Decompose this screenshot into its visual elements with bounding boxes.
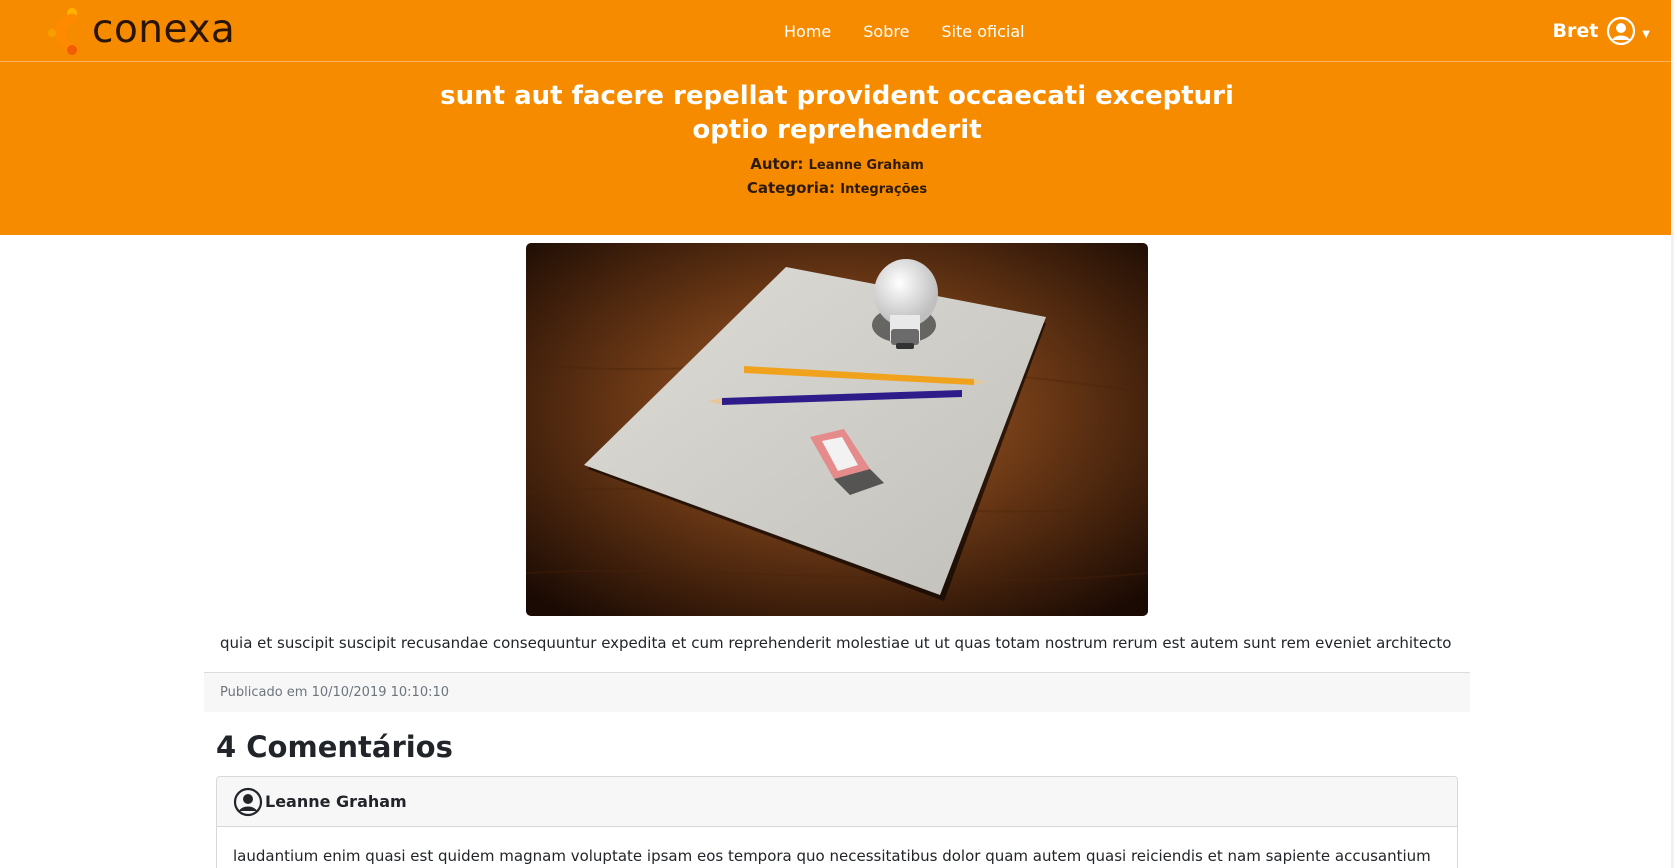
post-author-line: Autor: Leanne Graham (0, 155, 1674, 173)
comments-heading: 4 Comentários (216, 730, 453, 764)
post-header: sunt aut facere repellat provident occae… (0, 62, 1674, 235)
brand-name: conexa (92, 6, 236, 52)
comment-header: Leanne Graham (217, 777, 1457, 827)
chevron-down-icon: ▼ (1642, 28, 1650, 40)
page-scrollbar[interactable] (1671, 0, 1674, 868)
comment-author: Leanne Graham (265, 792, 407, 811)
post-category: Integrações (840, 182, 928, 197)
post-title: sunt aut facere repellat provident occae… (440, 81, 1234, 145)
page: conexa Home Sobre Site oficial Bret ▼ su… (0, 0, 1674, 868)
category-label: Categoria: (746, 179, 836, 197)
nav-sobre-link[interactable]: Sobre (863, 22, 909, 41)
nav-site-oficial-link[interactable]: Site oficial (941, 22, 1024, 41)
user-circle-icon (233, 787, 263, 816)
published-date: Publicado em 10/10/2019 10:10:10 (220, 685, 450, 700)
lightbulb-paper-illustration (526, 243, 1148, 616)
comment-card: Leanne Graham laudantium enim quasi est … (216, 776, 1458, 868)
user-menu-toggle[interactable]: Bret ▼ (1552, 0, 1650, 62)
post-body: quia et suscipit suscipit recusandae con… (220, 634, 1452, 652)
post-footer: Publicado em 10/10/2019 10:10:10 (204, 672, 1470, 712)
conexa-logo-icon (48, 8, 77, 55)
user-name: Bret (1552, 20, 1599, 42)
post-author: Leanne Graham (808, 158, 924, 173)
top-navbar: conexa Home Sobre Site oficial Bret ▼ (0, 0, 1674, 62)
user-circle-icon (1607, 16, 1636, 46)
nav-home-link[interactable]: Home (784, 22, 831, 41)
post-image (526, 243, 1148, 616)
author-label: Autor: (750, 155, 804, 173)
main-nav: Home Sobre Site oficial (784, 0, 1025, 62)
brand-logo[interactable]: conexa (46, 6, 235, 56)
post-category-line: Categoria: Integrações (0, 179, 1674, 197)
comment-body: laudantium enim quasi est quidem magnam … (233, 847, 1431, 865)
